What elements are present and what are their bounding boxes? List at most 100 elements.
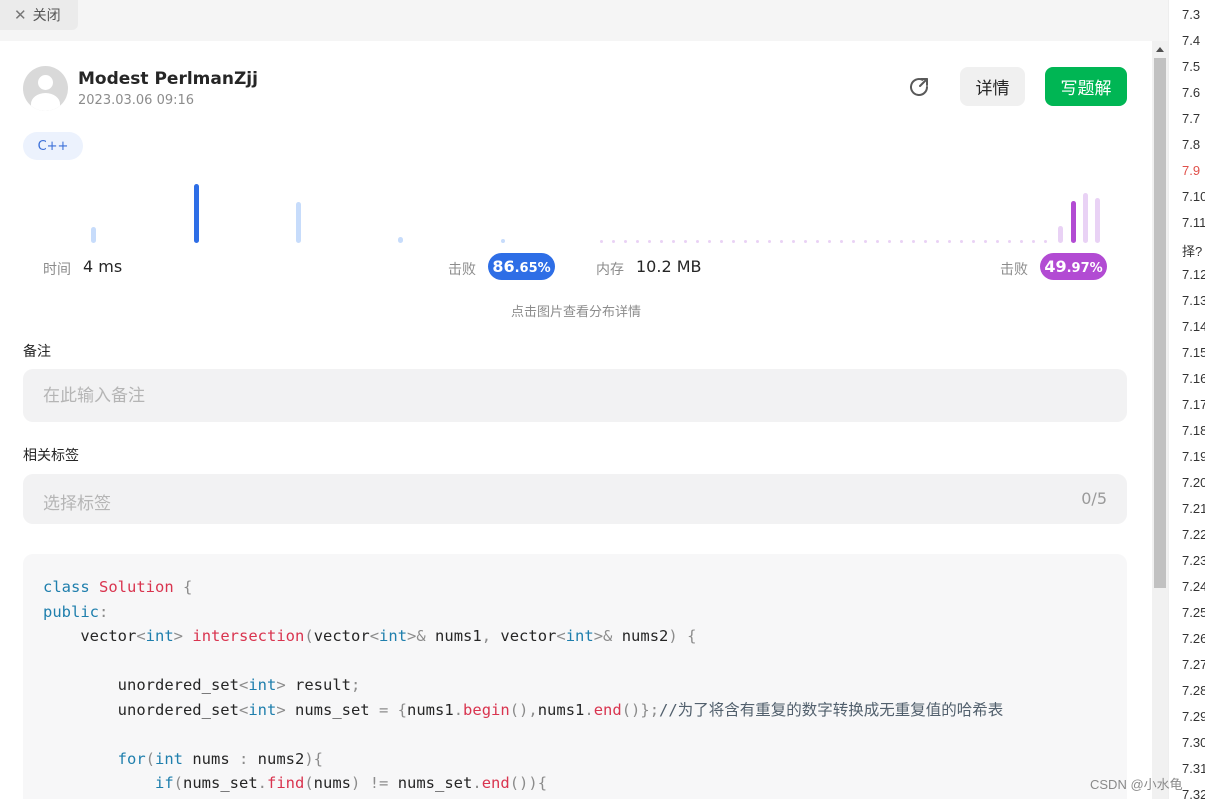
memory-label: 内存	[596, 262, 624, 278]
runtime-beat-label: 击败	[448, 262, 476, 278]
toc-item[interactable]: 7.23	[1182, 553, 1205, 568]
code-line: unordered_set<int> nums_set = {nums1.beg…	[43, 700, 1004, 719]
tags-select[interactable]: 选择标签 0/5	[23, 474, 1127, 524]
memory-bar-empty	[1044, 240, 1047, 243]
memory-bar-empty	[876, 240, 879, 243]
toc-item[interactable]: 7.27	[1182, 657, 1205, 672]
memory-beat-label: 击败	[1000, 262, 1028, 278]
memory-bar-empty	[924, 240, 927, 243]
toc-item[interactable]: 7.9	[1182, 163, 1200, 178]
toc-item[interactable]: 7.20	[1182, 475, 1205, 490]
tags-label: 相关标签	[23, 448, 79, 464]
toc-item[interactable]: 7.15	[1182, 345, 1205, 360]
memory-bar-empty	[612, 240, 615, 243]
runtime-bar-current	[194, 184, 199, 243]
top-bar: ✕ 关闭	[0, 0, 1168, 41]
share-icon[interactable]	[906, 74, 932, 100]
toc-item[interactable]: 7.29	[1182, 709, 1205, 724]
toc-item[interactable]: 7.14	[1182, 319, 1205, 334]
note-field	[23, 369, 1127, 422]
toc-item[interactable]: 7.32	[1182, 787, 1205, 799]
toc-item[interactable]: 7.24	[1182, 579, 1205, 594]
avatar[interactable]	[23, 66, 68, 111]
toc-item[interactable]: 7.3	[1182, 7, 1200, 22]
toc-item[interactable]: 7.12	[1182, 267, 1205, 282]
memory-bar-empty	[1008, 240, 1011, 243]
toc-item[interactable]: 7.5	[1182, 59, 1200, 74]
memory-bar-current	[1071, 201, 1076, 243]
memory-bar-empty	[636, 240, 639, 243]
code-line: vector<int> intersection(vector<int>& nu…	[43, 627, 697, 645]
memory-bar-empty	[984, 240, 987, 243]
memory-bar-empty	[744, 240, 747, 243]
memory-bar-empty	[912, 240, 915, 243]
chart-hint: 点击图片查看分布详情	[510, 305, 641, 320]
toc-item[interactable]: 7.11	[1182, 215, 1205, 230]
memory-beat-badge: 49.97%	[1040, 253, 1107, 280]
memory-bar-empty	[996, 240, 999, 243]
runtime-beat-main: 86	[492, 257, 515, 276]
memory-bar-empty	[696, 240, 699, 243]
toc-item[interactable]: 7.6	[1182, 85, 1200, 100]
tags-count: 0/5	[1081, 489, 1107, 508]
memory-bar-empty	[600, 240, 603, 243]
runtime-bar	[296, 202, 301, 243]
runtime-label: 时间	[43, 262, 71, 278]
toc-item[interactable]: 7.30	[1182, 735, 1205, 750]
note-input[interactable]	[23, 369, 1127, 422]
table-of-contents: 7.3 7.4 7.5 7.6 7.7 7.8 7.9 7.10 7.11 择? 7.12 7.13 7…	[1168, 0, 1205, 799]
write-solution-button[interactable]: 写题解	[1045, 67, 1127, 106]
memory-bar-empty	[792, 240, 795, 243]
tags-placeholder: 选择标签	[43, 494, 111, 514]
runtime-bar	[398, 237, 403, 243]
memory-bar	[1058, 226, 1063, 243]
scrollbar[interactable]	[1152, 41, 1168, 799]
toc-item[interactable]: 7.17	[1182, 397, 1205, 412]
runtime-beat-decimal: .65%	[514, 261, 551, 276]
username[interactable]: Modest PerlmanZjj	[78, 69, 258, 89]
memory-bar-empty	[852, 240, 855, 243]
toc-item[interactable]: 7.28	[1182, 683, 1205, 698]
toc-item[interactable]: 7.22	[1182, 527, 1205, 542]
code-block[interactable]: class Solution { public: vector<int> int…	[23, 554, 1127, 799]
runtime-bar	[91, 227, 96, 243]
memory-bar-empty	[828, 240, 831, 243]
language-tag[interactable]: C++	[23, 132, 83, 160]
toc-item[interactable]: 7.4	[1182, 33, 1200, 48]
toc-item[interactable]: 7.7	[1182, 111, 1200, 126]
memory-bar-empty	[720, 240, 723, 243]
app-root: ✕ 关闭 Modest PerlmanZjj 2023.03.06 09:16 …	[0, 0, 1205, 799]
memory-bar-empty	[804, 240, 807, 243]
submission-panel: Modest PerlmanZjj 2023.03.06 09:16 详情 写题…	[0, 41, 1152, 799]
detail-button[interactable]: 详情	[960, 67, 1025, 106]
memory-bar-empty	[864, 240, 867, 243]
scroll-up-arrow-icon[interactable]	[1156, 47, 1164, 52]
toc-item[interactable]: 7.26	[1182, 631, 1205, 646]
memory-bar-empty	[684, 240, 687, 243]
memory-bar-empty	[900, 240, 903, 243]
memory-value: 10.2 MB	[636, 257, 702, 276]
toc-item[interactable]: 择?	[1182, 241, 1202, 260]
memory-bar-empty	[708, 240, 711, 243]
toc-item[interactable]: 7.21	[1182, 501, 1205, 516]
memory-bar-empty	[672, 240, 675, 243]
memory-beat-main: 49	[1044, 257, 1067, 276]
scrollbar-thumb[interactable]	[1154, 58, 1166, 588]
toc-item[interactable]: 7.13	[1182, 293, 1205, 308]
runtime-beat-badge: 86.65%	[488, 253, 555, 280]
toc-item[interactable]: 7.8	[1182, 137, 1200, 152]
close-button[interactable]: ✕ 关闭	[0, 0, 78, 30]
runtime-bar	[501, 239, 505, 243]
toc-item[interactable]: 7.19	[1182, 449, 1205, 464]
toc-item[interactable]: 7.16	[1182, 371, 1205, 386]
code-content: class Solution { public: vector<int> int…	[43, 575, 1107, 796]
memory-bar-empty	[624, 240, 627, 243]
close-icon: ✕	[14, 6, 27, 24]
close-label: 关闭	[32, 8, 61, 24]
toc-item[interactable]: 7.31	[1182, 761, 1205, 776]
toc-item[interactable]: 7.25	[1182, 605, 1205, 620]
toc-item[interactable]: 7.18	[1182, 423, 1205, 438]
code-line: unordered_set<int> result;	[43, 676, 361, 694]
toc-item[interactable]: 7.10	[1182, 189, 1205, 204]
memory-bar-empty	[1032, 240, 1035, 243]
